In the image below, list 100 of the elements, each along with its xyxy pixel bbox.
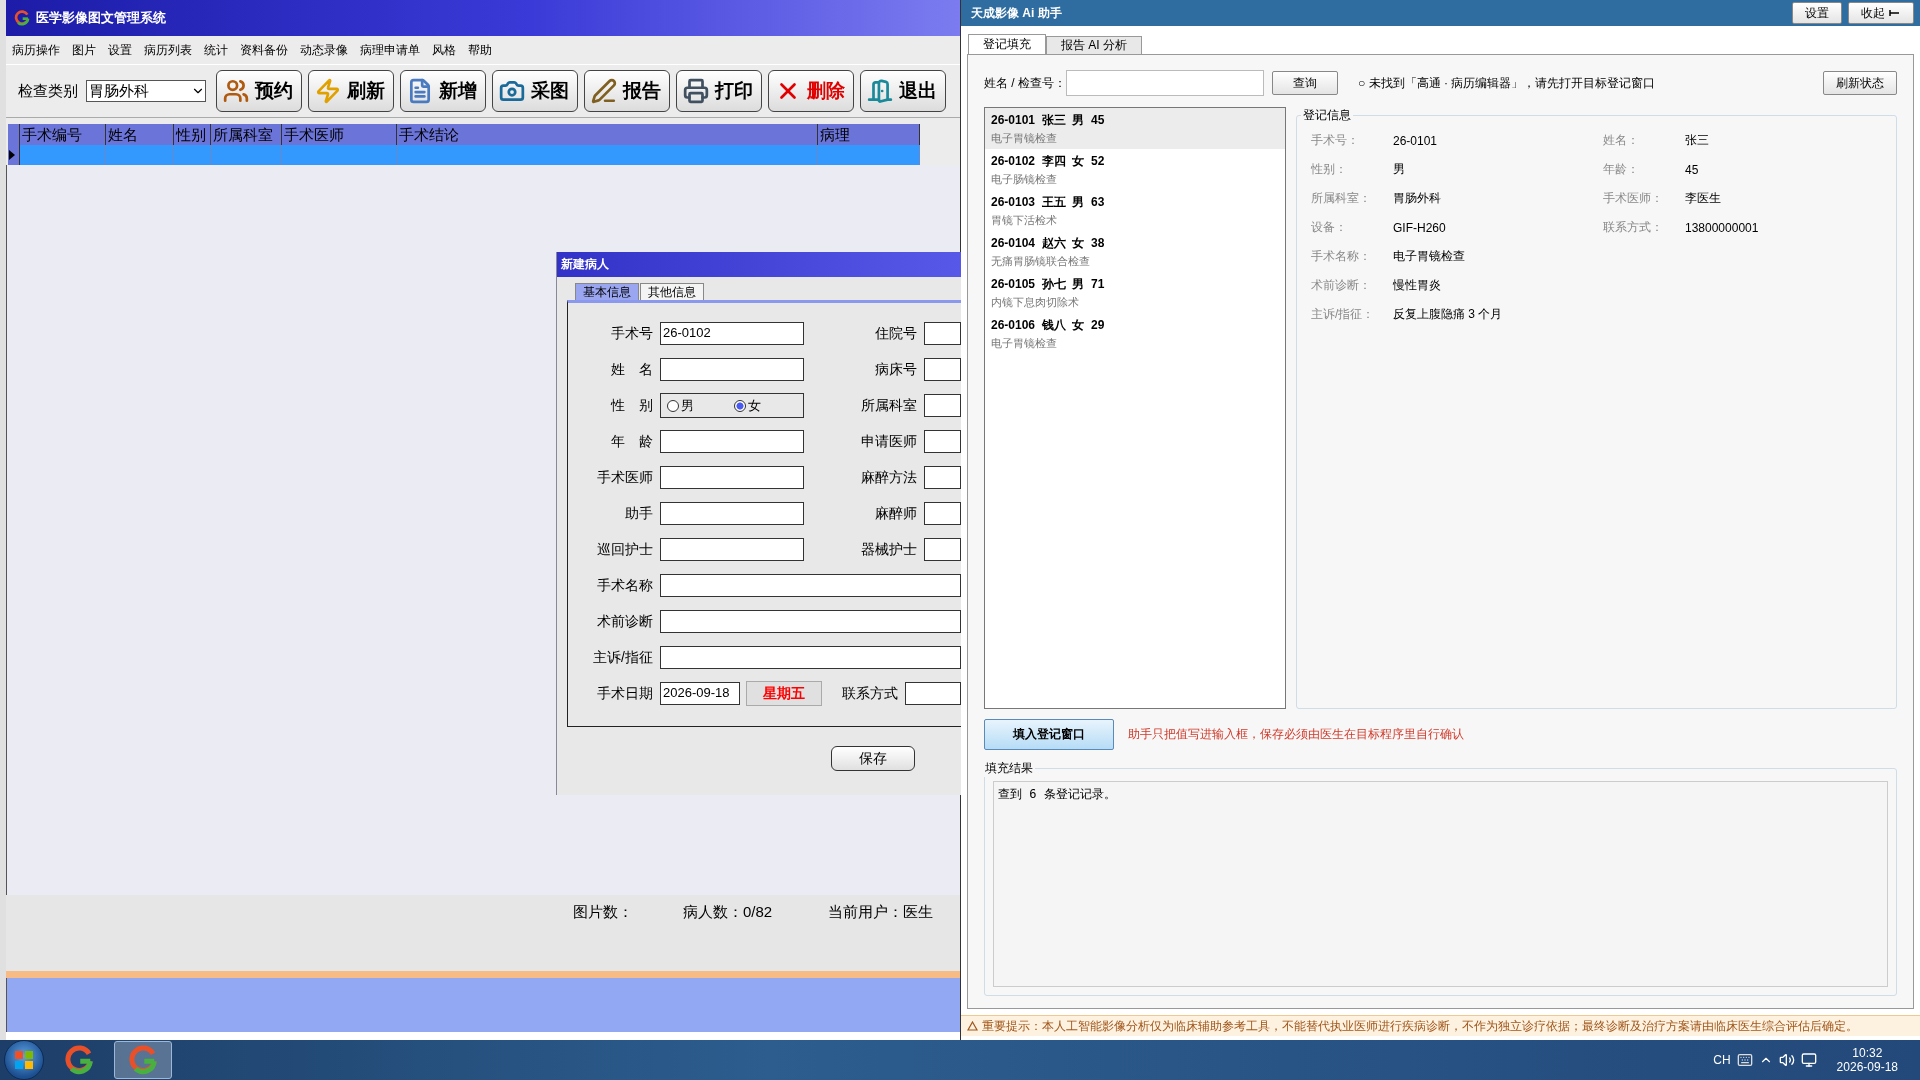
menu-item[interactable]: 设置 [108,41,132,59]
input-field[interactable] [924,466,961,489]
field-label: 所属科室 [860,396,917,415]
field-label: 年 龄 [610,432,653,451]
input-field[interactable] [924,430,961,453]
menu-item[interactable]: 资料备份 [240,41,288,59]
field-label: 助手 [624,504,653,523]
dialog-tab[interactable]: 其他信息 [640,283,704,300]
detail-label: 姓名： [1603,132,1640,150]
menu-item[interactable]: 病理申请单 [360,41,420,59]
row-pointer-icon [8,149,16,161]
toolbar-button[interactable]: 预约 [216,70,302,112]
input-field[interactable] [660,502,804,525]
toolbar-button[interactable]: 退出 [860,70,946,112]
query-button[interactable]: 查询 [1272,71,1338,96]
status-message: ○ 未找到「高通 · 病历编辑器」，请先打开目标登记窗口 [1358,74,1657,92]
radio-option[interactable]: 男 [667,396,694,415]
toolbar-button[interactable]: 刷新 [308,70,394,112]
input-field[interactable] [660,646,961,669]
panel-tab[interactable]: 报告 AI 分析 [1046,36,1142,55]
input-field[interactable] [660,430,804,453]
clock-time[interactable]: 10:32 [1852,1046,1883,1060]
refresh-status-button[interactable]: 刷新状态 [1823,71,1897,96]
settings-button[interactable]: 设置 [1792,2,1842,25]
keyboard-icon[interactable] [1736,1052,1753,1068]
menu-item[interactable]: 风格 [432,41,456,59]
input-field[interactable] [924,394,961,417]
input-field[interactable] [660,538,804,561]
detail-value: 男 [1393,161,1406,179]
detail-label: 设备： [1311,219,1348,237]
category-select[interactable]: 胃肠外科 [86,80,206,102]
search-field[interactable] [1066,70,1264,97]
menu-item[interactable]: 帮助 [468,41,492,59]
menu-item[interactable]: 病历操作 [12,41,60,59]
toolbar-button[interactable]: 新增 [400,70,486,112]
detail-value: 胃肠外科 [1393,190,1442,208]
toolbar-button[interactable]: 采图 [492,70,578,112]
date-field[interactable]: 2026-09-18 [660,682,740,705]
detail-label: 联系方式： [1603,219,1664,237]
group-title: 填充结果 [984,760,1034,778]
field-label: 巡回护士 [596,540,653,559]
input-field[interactable]: 26-0102 [660,322,804,345]
input-field[interactable] [924,502,961,525]
menu-item[interactable]: 统计 [204,41,228,59]
detail-label: 所属科室： [1311,190,1372,208]
record-exam: 电子胃镜检查 [991,131,1058,147]
toolbar-button[interactable]: 删除 [768,70,854,112]
door-icon [867,78,893,104]
input-field[interactable] [660,574,961,597]
save-button[interactable]: 保存 [831,746,915,771]
language-indicator[interactable]: CH [1713,1053,1731,1067]
status-text: 图片数： [573,903,633,922]
field-label: 手术日期 [596,684,653,703]
record-title: 26-0101 张三 男 45 [991,112,1106,130]
panel-tab[interactable]: 登记填充 [968,34,1046,55]
start-button[interactable] [4,1040,44,1080]
detail-value: 电子胃镜检查 [1393,248,1466,266]
windows-logo-icon [14,1050,34,1070]
document-icon [407,78,433,104]
record-title: 26-0106 钱八 女 29 [991,317,1106,335]
field-label: 性 别 [609,396,653,415]
search-label: 姓名 / 检查号： [984,74,1066,92]
input-field[interactable] [924,358,961,381]
record-title: 26-0102 李四 女 52 [991,153,1106,171]
collapse-button[interactable]: 收起 [1848,2,1914,25]
record-item[interactable]: 26-0101 张三 男 45 电子胃镜检查 [985,108,1285,150]
record-exam: 电子胃镜检查 [991,336,1058,352]
detail-label: 年龄： [1603,161,1640,179]
detail-value: 李医生 [1685,190,1722,208]
warning-note: 助手只把值写进输入框，保存必须由医生在目标程序里自行确认 [1128,726,1464,744]
network-icon[interactable] [1800,1052,1817,1068]
input-field[interactable] [924,322,961,345]
input-field[interactable] [924,538,961,561]
field-label: 联系方式 [841,684,898,703]
panel-title: 天成影像 Ai 助手 [971,4,1063,22]
input-field[interactable] [905,682,961,705]
menu-item[interactable]: 病历列表 [144,41,192,59]
dialog-title: 新建病人 [561,256,609,273]
record-title: 26-0103 王五 男 63 [991,194,1106,212]
field-label: 手术医师 [596,468,653,487]
dialog-tab[interactable]: 基本信息 [575,283,639,300]
input-field[interactable] [660,358,804,381]
app-logo-icon [14,10,30,26]
fill-button[interactable]: 填入登记窗口 [984,719,1114,751]
input-field[interactable] [660,466,804,489]
record-exam: 胃镜下活检术 [991,213,1058,229]
app-logo-icon [64,1045,94,1075]
toolbar-button[interactable]: 打印 [676,70,762,112]
record-title: 26-0104 赵六 女 38 [991,235,1106,253]
clock-date[interactable]: 2026-09-18 [1836,1060,1898,1074]
field-label: 手术名称 [596,576,653,595]
radio-option[interactable]: 女 [734,396,761,415]
volume-icon[interactable] [1778,1052,1795,1068]
toolbar-button[interactable]: 报告 [584,70,670,112]
detail-label: 术前诊断： [1311,277,1372,295]
record-exam: 内镜下息肉切除术 [991,295,1080,311]
menu-item[interactable]: 图片 [72,41,96,59]
input-field[interactable] [660,610,961,633]
menu-item[interactable]: 动态录像 [300,41,348,59]
detail-label: 主诉/指征： [1311,306,1376,324]
